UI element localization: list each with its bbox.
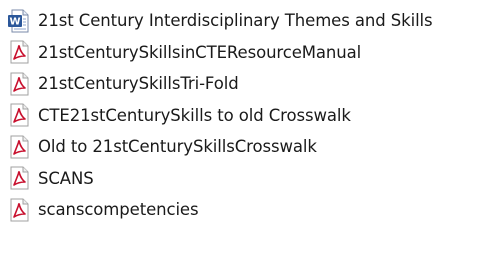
file-item-pdf[interactable]: CTE21stCenturySkills to old Crosswalk: [0, 100, 504, 132]
svg-text:W: W: [9, 16, 20, 27]
pdf-icon: [6, 71, 32, 97]
pdf-icon: [6, 197, 32, 223]
file-name: 21st Century Interdisciplinary Themes an…: [38, 11, 433, 31]
pdf-icon: [6, 102, 32, 128]
file-name: SCANS: [38, 168, 94, 188]
file-name: scanscompetencies: [38, 200, 199, 220]
file-name: CTE21stCenturySkills to old Crosswalk: [38, 105, 351, 125]
file-list: W 21st Century Interdisciplinary Themes …: [0, 0, 504, 262]
pdf-icon: [6, 165, 32, 191]
word-document-icon: W: [6, 8, 32, 34]
file-item-pdf[interactable]: scanscompetencies: [0, 194, 504, 226]
file-item-pdf[interactable]: 21stCenturySkillsinCTEResourceManual: [0, 37, 504, 69]
file-name: 21stCenturySkillsTri-Fold: [38, 74, 239, 94]
file-item-word-doc[interactable]: W 21st Century Interdisciplinary Themes …: [0, 5, 504, 37]
file-name: Old to 21stCenturySkillsCrosswalk: [38, 137, 317, 157]
pdf-icon: [6, 134, 32, 160]
file-item-pdf[interactable]: Old to 21stCenturySkillsCrosswalk: [0, 131, 504, 163]
file-item-pdf[interactable]: SCANS: [0, 163, 504, 195]
pdf-icon: [6, 39, 32, 65]
file-item-pdf[interactable]: 21stCenturySkillsTri-Fold: [0, 68, 504, 100]
file-name: 21stCenturySkillsinCTEResourceManual: [38, 42, 362, 62]
